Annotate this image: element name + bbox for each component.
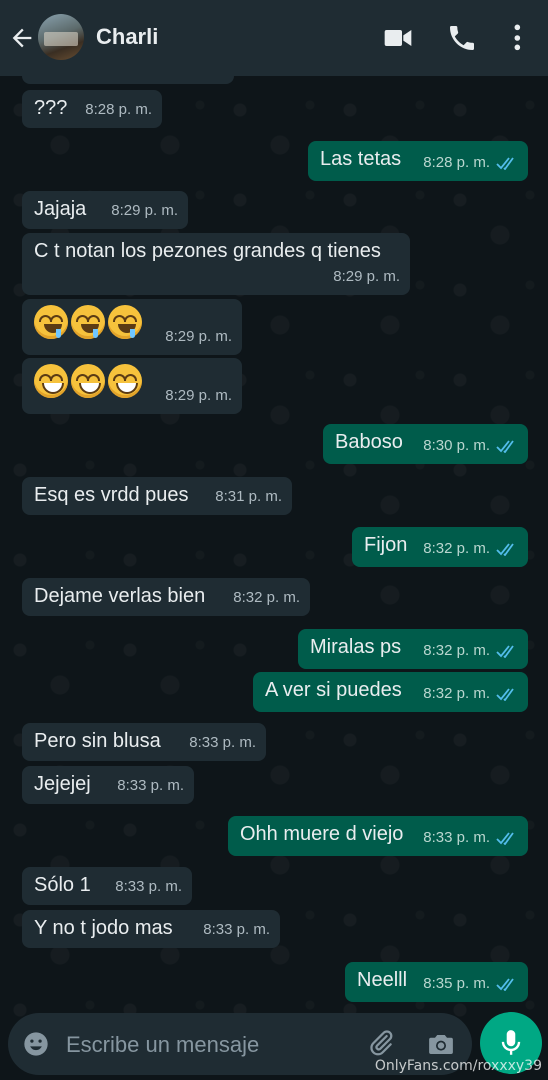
message-time: 8:33 p. m. (423, 829, 490, 846)
avatar[interactable] (38, 14, 84, 60)
message-text: ??? (34, 97, 68, 119)
message-time: 8:28 p. m. (423, 154, 490, 171)
message-text: Esq es vrdd pues (34, 484, 189, 506)
message-time: 8:29 p. m. (165, 328, 232, 345)
attach-icon[interactable] (366, 1028, 396, 1058)
message-incoming[interactable]: Jejejej 8:33 p. m. (22, 766, 194, 804)
message-text: Baboso (335, 431, 403, 453)
message-time: 8:32 p. m. (423, 540, 490, 557)
message-text: Fijon (364, 534, 408, 556)
message-outgoing[interactable]: Ohh muere d viejo 8:33 p. m. (228, 816, 528, 856)
message-time: 8:33 p. m. (189, 734, 256, 751)
message-time: 8:32 p. m. (423, 642, 490, 659)
contact-name[interactable]: Charli (96, 24, 158, 50)
message-outgoing[interactable]: Baboso 8:30 p. m. (323, 424, 528, 464)
drooling-face-icon (108, 305, 142, 339)
message-time: 8:30 p. m. (423, 437, 490, 454)
read-ticks-icon (496, 543, 514, 556)
grinning-face-icon (34, 364, 68, 398)
message-input[interactable] (64, 1027, 358, 1063)
read-ticks-icon (496, 157, 514, 170)
message-text: C t notan los pezones grandes q tienes (34, 240, 381, 262)
drooling-face-icon (71, 305, 105, 339)
message-text: Jejejej (34, 773, 91, 795)
message-outgoing[interactable]: Miralas ps 8:32 p. m. (298, 629, 528, 669)
message-incoming[interactable]: Y no t jodo mas 8:33 p. m. (22, 910, 280, 948)
message-time: 8:32 p. m. (233, 589, 300, 606)
message-incoming[interactable]: 8:29 p. m. (22, 358, 242, 414)
message-time: 8:29 p. m. (333, 268, 400, 285)
grinning-face-icon (108, 364, 142, 398)
message-text: Ohh muere d viejo (240, 823, 404, 845)
message-time: 8:32 p. m. (423, 685, 490, 702)
read-ticks-icon (496, 440, 514, 453)
message-outgoing[interactable]: Las tetas 8:28 p. m. (308, 141, 528, 181)
message-text: A ver si puedes (265, 679, 402, 701)
emoji-icon[interactable] (22, 1030, 50, 1058)
message-text: Sólo 1 (34, 874, 91, 896)
message-outgoing[interactable]: A ver si puedes 8:32 p. m. (253, 672, 528, 712)
message-incoming[interactable]: 8:29 p. m. (22, 299, 242, 355)
message-outgoing[interactable]: Neelll 8:35 p. m. (345, 962, 528, 1002)
message-incoming[interactable]: Sólo 1 8:33 p. m. (22, 867, 192, 905)
message-incoming[interactable]: Dejame verlas bien 8:32 p. m. (22, 578, 310, 616)
message-incoming[interactable]: Jajaja 8:29 p. m. (22, 191, 188, 229)
message-time: 8:31 p. m. (215, 488, 282, 505)
message-time: 8:29 p. m. (111, 202, 178, 219)
message-time: 8:33 p. m. (115, 878, 182, 895)
message-text: Y no t jodo mas (34, 917, 173, 939)
chat-header: Charli (0, 0, 548, 76)
video-call-icon[interactable] (382, 22, 414, 54)
message-time: 8:29 p. m. (165, 387, 232, 404)
read-ticks-icon (496, 645, 514, 658)
message-time: 8:33 p. m. (117, 777, 184, 794)
watermark: OnlyFans.com/roxxxy39 (374, 1058, 542, 1074)
message-text: Pero sin blusa (34, 730, 161, 752)
more-vert-icon[interactable] (504, 22, 536, 54)
message-incoming[interactable]: ??? 8:28 p. m. (22, 90, 162, 128)
message-time: 8:35 p. m. (423, 975, 490, 992)
message-text: Neelll (357, 969, 408, 991)
message-incoming[interactable]: C t notan los pezones grandes q tienes 8… (22, 233, 410, 295)
message-text: Miralas ps (310, 636, 402, 658)
message-text: Las tetas (320, 148, 402, 170)
read-ticks-icon (496, 688, 514, 701)
camera-icon[interactable] (426, 1029, 456, 1059)
grinning-face-icon (71, 364, 105, 398)
read-ticks-icon (496, 978, 514, 991)
message-text: Dejame verlas bien (34, 585, 206, 607)
read-ticks-icon (496, 832, 514, 845)
message-incoming[interactable]: Pero sin blusa 8:33 p. m. (22, 723, 266, 761)
message-incoming[interactable]: Esq es vrdd pues 8:31 p. m. (22, 477, 292, 515)
message-text: Jajaja (34, 198, 87, 220)
phone-icon[interactable] (446, 22, 478, 54)
message-time: 8:33 p. m. (203, 921, 270, 938)
drooling-face-icon (34, 305, 68, 339)
message-time: 8:28 p. m. (85, 101, 152, 118)
back-arrow-icon[interactable] (8, 24, 36, 52)
message-outgoing[interactable]: Fijon 8:32 p. m. (352, 527, 528, 567)
